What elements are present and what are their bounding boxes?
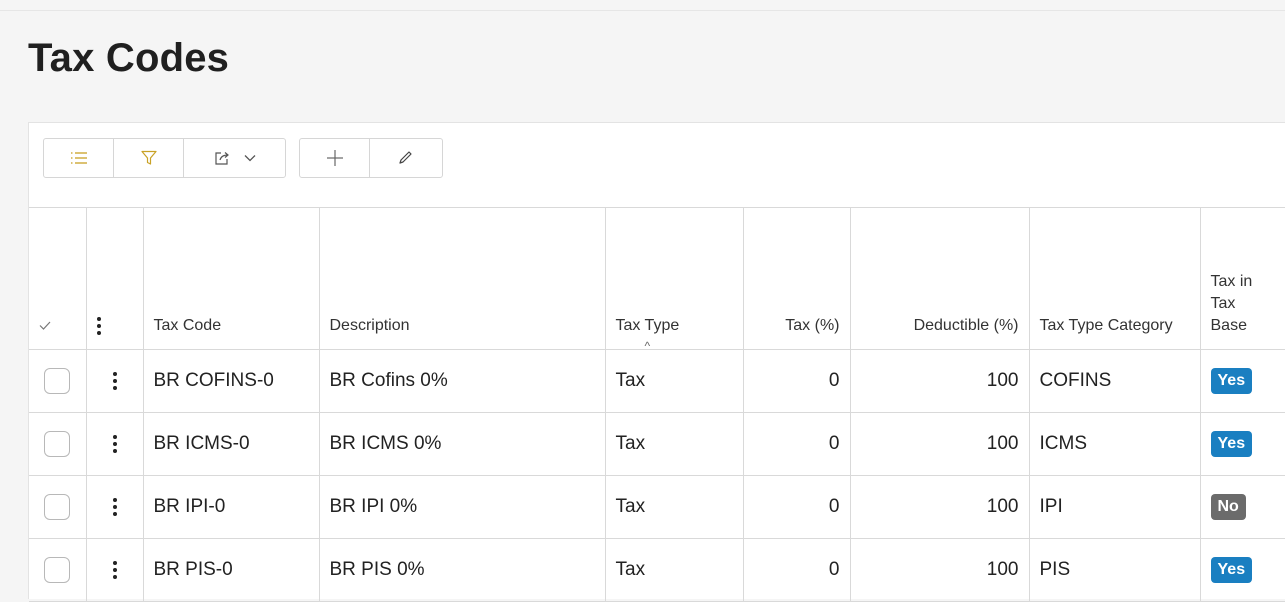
cell-description: BR ICMS 0% (319, 412, 606, 476)
list-icon (70, 152, 87, 164)
cell-tax-in-tax-base: Yes (1200, 412, 1285, 476)
row-kebab-menu-icon[interactable] (112, 560, 117, 579)
row-kebab-menu-icon[interactable] (112, 371, 117, 390)
cell-tax-type-category: ICMS (1029, 412, 1201, 476)
cell-deductible-pct: 100 (850, 475, 1030, 539)
row-kebab-menu-icon[interactable] (112, 434, 117, 453)
cell-description: BR Cofins 0% (319, 349, 606, 413)
cell-tax-pct: 0 (743, 475, 851, 539)
add-icon (326, 150, 343, 166)
add-button[interactable] (300, 139, 370, 177)
header-tax-code[interactable]: Tax Code (143, 207, 320, 350)
header-tax-type-category[interactable]: Tax Type Category (1029, 207, 1201, 350)
cell-tax-in-tax-base: No (1200, 475, 1285, 539)
status-badge: No (1210, 494, 1246, 520)
table-row[interactable]: BR ICMS-0 BR ICMS 0% Tax 0 100 ICMS Yes (29, 412, 1285, 476)
header-row: Tax Code Description Tax Type ^ Tax (%) … (29, 207, 1285, 350)
cell-tax-code: BR PIS-0 (143, 538, 320, 602)
sort-ascending-icon: ^ (644, 339, 651, 350)
status-badge: Yes (1210, 368, 1253, 394)
view-button-group (43, 138, 286, 178)
edit-button[interactable] (370, 139, 440, 177)
table-row[interactable]: BR COFINS-0 BR Cofins 0% Tax 0 100 COFIN… (29, 349, 1285, 413)
filter-icon (140, 150, 157, 165)
cell-tax-pct: 0 (743, 538, 851, 602)
export-icon (214, 152, 229, 165)
cell-tax-type: Tax (605, 412, 744, 476)
cell-tax-in-tax-base: Yes (1200, 538, 1285, 602)
top-divider (0, 10, 1285, 11)
export-dropdown-button[interactable] (184, 139, 285, 177)
status-badge: Yes (1210, 431, 1253, 457)
tax-codes-table: Tax Code Description Tax Type ^ Tax (%) … (29, 207, 1285, 602)
cell-tax-type: Tax (605, 349, 744, 413)
edit-button-group (299, 138, 443, 178)
row-select-cell (29, 538, 87, 602)
status-badge: Yes (1210, 557, 1253, 583)
row-menu-cell (86, 412, 144, 476)
table-row[interactable]: BR IPI-0 BR IPI 0% Tax 0 100 IPI No (29, 475, 1285, 539)
cell-deductible-pct: 100 (850, 538, 1030, 602)
row-checkbox[interactable] (44, 368, 71, 394)
chevron-down-icon (244, 155, 255, 162)
header-tax-type[interactable]: Tax Type ^ (605, 207, 744, 350)
cell-tax-type-category: PIS (1029, 538, 1201, 602)
row-menu-cell (86, 538, 144, 602)
header-description[interactable]: Description (319, 207, 606, 350)
header-tax-type-label: Tax Type (615, 317, 680, 334)
row-menu-cell (86, 349, 144, 413)
cell-tax-type-category: IPI (1029, 475, 1201, 539)
column-menu-header[interactable] (86, 207, 144, 350)
cell-tax-code: BR IPI-0 (143, 475, 320, 539)
list-view-button[interactable] (44, 139, 114, 177)
row-checkbox[interactable] (44, 494, 71, 520)
kebab-menu-icon (96, 316, 101, 335)
row-kebab-menu-icon[interactable] (112, 497, 117, 516)
select-all-header[interactable] (29, 207, 87, 350)
row-select-cell (29, 412, 87, 476)
header-tax-in-tax-base[interactable]: Tax in Tax Base (1200, 207, 1285, 350)
cell-deductible-pct: 100 (850, 412, 1030, 476)
cell-description: BR PIS 0% (319, 538, 606, 602)
cell-tax-type-category: COFINS (1029, 349, 1201, 413)
row-menu-cell (86, 475, 144, 539)
edit-icon (399, 151, 412, 164)
cell-tax-code: BR ICMS-0 (143, 412, 320, 476)
row-select-cell (29, 475, 87, 539)
checkmark-icon (39, 321, 51, 330)
cell-tax-type: Tax (605, 538, 744, 602)
cell-tax-pct: 0 (743, 349, 851, 413)
page-title: Tax Codes (28, 36, 230, 80)
table-row[interactable]: BR PIS-0 BR PIS 0% Tax 0 100 PIS Yes (29, 538, 1285, 602)
tax-codes-panel: Tax Code Description Tax Type ^ Tax (%) … (28, 122, 1285, 602)
cell-description: BR IPI 0% (319, 475, 606, 539)
row-checkbox[interactable] (44, 431, 71, 457)
header-tax-pct[interactable]: Tax (%) (743, 207, 851, 350)
cell-tax-type: Tax (605, 475, 744, 539)
cell-tax-pct: 0 (743, 412, 851, 476)
row-checkbox[interactable] (44, 557, 71, 583)
row-select-cell (29, 349, 87, 413)
cell-tax-in-tax-base: Yes (1200, 349, 1285, 413)
filter-button[interactable] (114, 139, 184, 177)
header-deductible-pct[interactable]: Deductible (%) (850, 207, 1030, 350)
cell-tax-code: BR COFINS-0 (143, 349, 320, 413)
cell-deductible-pct: 100 (850, 349, 1030, 413)
